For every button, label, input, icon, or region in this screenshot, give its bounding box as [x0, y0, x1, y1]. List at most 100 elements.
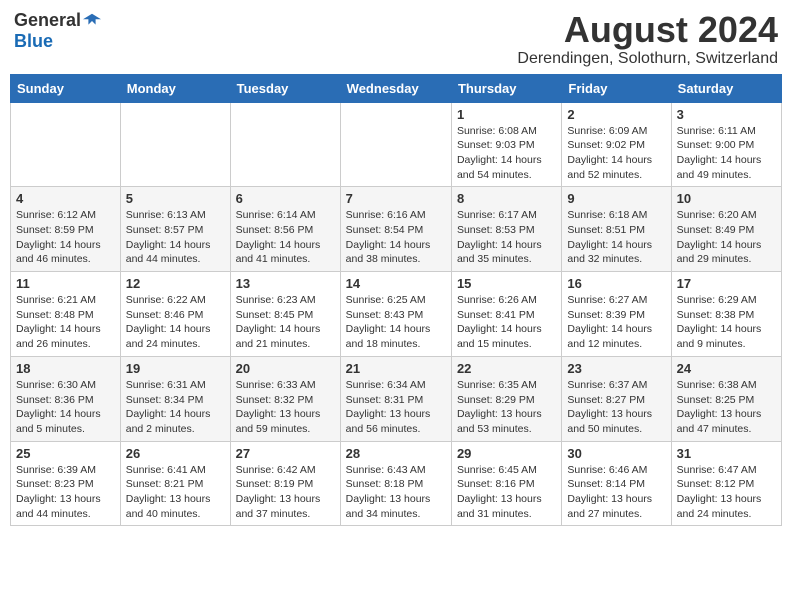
calendar-cell: 23Sunrise: 6:37 AM Sunset: 8:27 PM Dayli… [562, 356, 671, 441]
calendar-cell: 9 Sunrise: 6:18 AM Sunset: 8:51 PM Daylig… [562, 187, 671, 272]
logo-blue-text: Blue [14, 31, 53, 52]
day-number: 27 [236, 446, 335, 461]
day-number: 12 [126, 276, 225, 291]
day-info: Sunrise: 6:42 AM Sunset: 8:19 PM Dayligh… [236, 463, 335, 522]
day-info: Sunrise: 6:26 AM Sunset: 8:41 PM Dayligh… [457, 293, 556, 352]
calendar-cell: 17 Sunrise: 6:29 AM Sunset: 8:38 PM Dayli… [671, 272, 781, 357]
calendar-cell: 25 Sunrise: 6:39 AM Sunset: 8:23 PM Dayli… [11, 441, 121, 526]
calendar-cell: 1 Sunrise: 6:08 AM Sunset: 9:03 PM Daylig… [451, 102, 561, 187]
day-info: Sunrise: 6:11 AM Sunset: 9:00 PM Dayligh… [677, 124, 776, 183]
day-number: 6 [236, 191, 335, 206]
calendar-day-header: Friday [562, 74, 671, 102]
day-info: Sunrise: 6:37 AM Sunset: 8:27 PM Dayligh… [567, 378, 665, 437]
day-info: Sunrise: 6:17 AM Sunset: 8:53 PM Dayligh… [457, 208, 556, 267]
calendar-cell: 16 Sunrise: 6:27 AM Sunset: 8:39 PM Dayli… [562, 272, 671, 357]
logo-bird-icon [83, 12, 101, 30]
day-info: Sunrise: 6:27 AM Sunset: 8:39 PM Dayligh… [567, 293, 665, 352]
day-number: 3 [677, 107, 776, 122]
calendar-day-header: Sunday [11, 74, 121, 102]
day-number: 15 [457, 276, 556, 291]
day-info: Sunrise: 6:46 AM Sunset: 8:14 PM Dayligh… [567, 463, 665, 522]
day-number: 31 [677, 446, 776, 461]
title-area: August 2024 Derendingen, Solothurn, Swit… [517, 10, 778, 68]
day-info: Sunrise: 6:14 AM Sunset: 8:56 PM Dayligh… [236, 208, 335, 267]
day-info: Sunrise: 6:41 AM Sunset: 8:21 PM Dayligh… [126, 463, 225, 522]
day-info: Sunrise: 6:30 AM Sunset: 8:36 PM Dayligh… [16, 378, 115, 437]
day-info: Sunrise: 6:23 AM Sunset: 8:45 PM Dayligh… [236, 293, 335, 352]
day-info: Sunrise: 6:08 AM Sunset: 9:03 PM Dayligh… [457, 124, 556, 183]
day-number: 19 [126, 361, 225, 376]
day-info: Sunrise: 6:09 AM Sunset: 9:02 PM Dayligh… [567, 124, 665, 183]
day-number: 28 [346, 446, 446, 461]
calendar-day-header: Monday [120, 74, 230, 102]
day-info: Sunrise: 6:47 AM Sunset: 8:12 PM Dayligh… [677, 463, 776, 522]
calendar-cell: 18Sunrise: 6:30 AM Sunset: 8:36 PM Dayli… [11, 356, 121, 441]
calendar-cell: 10Sunrise: 6:20 AM Sunset: 8:49 PM Dayli… [671, 187, 781, 272]
calendar-day-header: Wednesday [340, 74, 451, 102]
day-info: Sunrise: 6:39 AM Sunset: 8:23 PM Dayligh… [16, 463, 115, 522]
calendar-day-header: Tuesday [230, 74, 340, 102]
calendar-cell: 14Sunrise: 6:25 AM Sunset: 8:43 PM Dayli… [340, 272, 451, 357]
day-number: 13 [236, 276, 335, 291]
page-header: General Blue August 2024 Derendingen, So… [10, 10, 782, 68]
day-number: 25 [16, 446, 115, 461]
calendar-cell: 5Sunrise: 6:13 AM Sunset: 8:57 PM Daylig… [120, 187, 230, 272]
day-number: 29 [457, 446, 556, 461]
day-info: Sunrise: 6:33 AM Sunset: 8:32 PM Dayligh… [236, 378, 335, 437]
day-info: Sunrise: 6:34 AM Sunset: 8:31 PM Dayligh… [346, 378, 446, 437]
day-info: Sunrise: 6:45 AM Sunset: 8:16 PM Dayligh… [457, 463, 556, 522]
calendar-cell: 3 Sunrise: 6:11 AM Sunset: 9:00 PM Daylig… [671, 102, 781, 187]
calendar-cell [230, 102, 340, 187]
month-title: August 2024 [517, 10, 778, 50]
calendar-cell: 15 Sunrise: 6:26 AM Sunset: 8:41 PM Dayli… [451, 272, 561, 357]
day-info: Sunrise: 6:29 AM Sunset: 8:38 PM Dayligh… [677, 293, 776, 352]
day-info: Sunrise: 6:18 AM Sunset: 8:51 PM Dayligh… [567, 208, 665, 267]
calendar-cell: 2 Sunrise: 6:09 AM Sunset: 9:02 PM Daylig… [562, 102, 671, 187]
calendar-cell [340, 102, 451, 187]
calendar-cell: 6 Sunrise: 6:14 AM Sunset: 8:56 PM Daylig… [230, 187, 340, 272]
day-info: Sunrise: 6:22 AM Sunset: 8:46 PM Dayligh… [126, 293, 225, 352]
day-number: 7 [346, 191, 446, 206]
day-info: Sunrise: 6:16 AM Sunset: 8:54 PM Dayligh… [346, 208, 446, 267]
day-info: Sunrise: 6:43 AM Sunset: 8:18 PM Dayligh… [346, 463, 446, 522]
calendar-cell: 30 Sunrise: 6:46 AM Sunset: 8:14 PM Dayli… [562, 441, 671, 526]
day-number: 24 [677, 361, 776, 376]
calendar-day-header: Saturday [671, 74, 781, 102]
calendar-cell: 13 Sunrise: 6:23 AM Sunset: 8:45 PM Dayli… [230, 272, 340, 357]
calendar-week-row: 11 Sunrise: 6:21 AM Sunset: 8:48 PM Dayli… [11, 272, 782, 357]
day-number: 1 [457, 107, 556, 122]
day-info: Sunrise: 6:13 AM Sunset: 8:57 PM Dayligh… [126, 208, 225, 267]
day-number: 26 [126, 446, 225, 461]
day-number: 17 [677, 276, 776, 291]
calendar-cell: 31 Sunrise: 6:47 AM Sunset: 8:12 PM Dayli… [671, 441, 781, 526]
day-number: 30 [567, 446, 665, 461]
calendar-cell: 19Sunrise: 6:31 AM Sunset: 8:34 PM Dayli… [120, 356, 230, 441]
day-number: 16 [567, 276, 665, 291]
day-number: 2 [567, 107, 665, 122]
calendar-cell: 11 Sunrise: 6:21 AM Sunset: 8:48 PM Dayli… [11, 272, 121, 357]
calendar-cell: 4Sunrise: 6:12 AM Sunset: 8:59 PM Daylig… [11, 187, 121, 272]
calendar-cell: 21 Sunrise: 6:34 AM Sunset: 8:31 PM Dayli… [340, 356, 451, 441]
calendar-cell: 22Sunrise: 6:35 AM Sunset: 8:29 PM Dayli… [451, 356, 561, 441]
day-number: 10 [677, 191, 776, 206]
calendar-week-row: 1 Sunrise: 6:08 AM Sunset: 9:03 PM Daylig… [11, 102, 782, 187]
day-info: Sunrise: 6:38 AM Sunset: 8:25 PM Dayligh… [677, 378, 776, 437]
day-info: Sunrise: 6:21 AM Sunset: 8:48 PM Dayligh… [16, 293, 115, 352]
day-number: 9 [567, 191, 665, 206]
calendar-cell: 29 Sunrise: 6:45 AM Sunset: 8:16 PM Dayli… [451, 441, 561, 526]
day-number: 22 [457, 361, 556, 376]
logo-general-text: General [14, 10, 81, 31]
calendar-cell: 20Sunrise: 6:33 AM Sunset: 8:32 PM Dayli… [230, 356, 340, 441]
day-number: 8 [457, 191, 556, 206]
calendar-cell: 8 Sunrise: 6:17 AM Sunset: 8:53 PM Daylig… [451, 187, 561, 272]
calendar-body: 1 Sunrise: 6:08 AM Sunset: 9:03 PM Daylig… [11, 102, 782, 526]
day-number: 21 [346, 361, 446, 376]
calendar-cell: 28 Sunrise: 6:43 AM Sunset: 8:18 PM Dayli… [340, 441, 451, 526]
day-number: 4 [16, 191, 115, 206]
calendar-day-header: Thursday [451, 74, 561, 102]
calendar-cell: 12 Sunrise: 6:22 AM Sunset: 8:46 PM Dayli… [120, 272, 230, 357]
day-info: Sunrise: 6:25 AM Sunset: 8:43 PM Dayligh… [346, 293, 446, 352]
logo: General Blue [14, 10, 101, 52]
calendar-table: SundayMondayTuesdayWednesdayThursdayFrid… [10, 74, 782, 527]
day-number: 11 [16, 276, 115, 291]
